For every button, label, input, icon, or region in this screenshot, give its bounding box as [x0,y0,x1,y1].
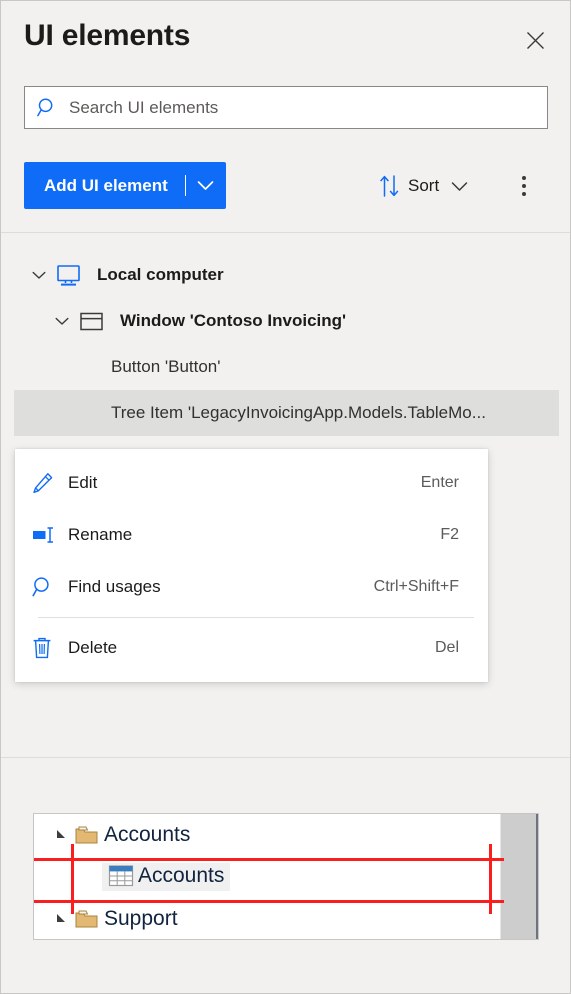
kebab-dot-2 [522,184,526,188]
tree-row-label: Tree Item 'LegacyInvoicingApp.Models.Tab… [111,403,486,422]
ui-elements-panel: UI elements Add UI element [0,0,571,994]
add-ui-element-button[interactable]: Add UI element [24,162,226,209]
triangle-expand-icon [52,913,70,925]
chevron-down-icon[interactable] [52,317,72,326]
sort-arrows-icon [379,174,400,198]
table-icon [104,864,138,888]
preview-row: Accounts [34,814,538,856]
search-input[interactable] [69,87,547,128]
menu-item-find-usages[interactable]: Find usages Ctrl+Shift+F [15,561,488,613]
preview-scrollbar [500,814,538,939]
tree-row[interactable]: Local computer [1,252,570,298]
highlight-line-bottom [34,900,504,903]
element-preview-pane: Accounts Accounts Support [1,759,570,993]
panel-header: UI elements Add UI element [1,1,570,233]
tree-row[interactable]: Button 'Button' [1,344,570,390]
menu-item-label: Delete [68,638,118,657]
chevron-down-icon[interactable] [186,180,226,191]
kebab-dot-1 [522,176,526,180]
menu-item-edit[interactable]: Edit Enter [15,457,488,509]
rename-icon [32,526,68,544]
kebab-menu-icon[interactable] [513,169,535,203]
menu-item-label: Rename [68,525,133,544]
highlight-line-left [71,844,74,914]
preview-row: Support [34,898,538,939]
tree-row[interactable]: Tree Item 'LegacyInvoicingApp.Models.Tab… [14,390,559,436]
preview-row-label: Support [104,907,178,930]
menu-item-shortcut: Ctrl+Shift+F [373,578,459,595]
element-preview-image: Accounts Accounts Support [33,813,539,940]
context-menu: Edit Enter Rename F2 Find usages Ctrl+Sh… [15,449,488,682]
menu-item-label: Edit [68,473,98,492]
highlight-line-top [34,858,504,861]
preview-row-highlight: Accounts [102,863,231,891]
menu-item-rename[interactable]: Rename F2 [15,509,488,561]
menu-item-shortcut: Del [434,639,459,656]
folder-icon [70,908,104,930]
add-ui-element-label: Add UI element [44,175,168,195]
sort-button[interactable]: Sort [379,171,468,201]
chevron-down-icon[interactable] [29,271,49,280]
page-title: UI elements [24,19,191,52]
trash-icon [32,637,68,659]
monitor-icon [53,264,83,287]
chevron-down-icon[interactable] [451,181,468,192]
menu-item-label: Find usages [68,577,161,596]
tree-row-label: Window 'Contoso Invoicing' [120,311,347,330]
preview-row: Accounts [34,856,538,898]
tree-row-label: Button 'Button' [111,357,221,376]
menu-separator [38,617,474,618]
kebab-dot-3 [522,192,526,196]
preview-row-label: Accounts [104,823,191,846]
tree-row-label: Local computer [97,265,224,284]
menu-item-shortcut: Enter [420,474,459,491]
window-icon [76,311,106,332]
preview-row-label: Accounts [138,864,225,887]
triangle-expand-icon [52,829,70,841]
close-icon[interactable] [518,23,552,57]
tree-row[interactable]: Window 'Contoso Invoicing' [1,298,570,344]
folder-icon [70,824,104,846]
sort-label: Sort [408,176,440,195]
menu-item-delete[interactable]: Delete Del [15,622,488,674]
highlight-line-right [489,844,492,914]
search-icon [25,97,69,118]
menu-item-shortcut: F2 [440,526,459,543]
search-box[interactable] [24,86,548,129]
pencil-icon [32,472,68,494]
search-icon [32,576,68,598]
